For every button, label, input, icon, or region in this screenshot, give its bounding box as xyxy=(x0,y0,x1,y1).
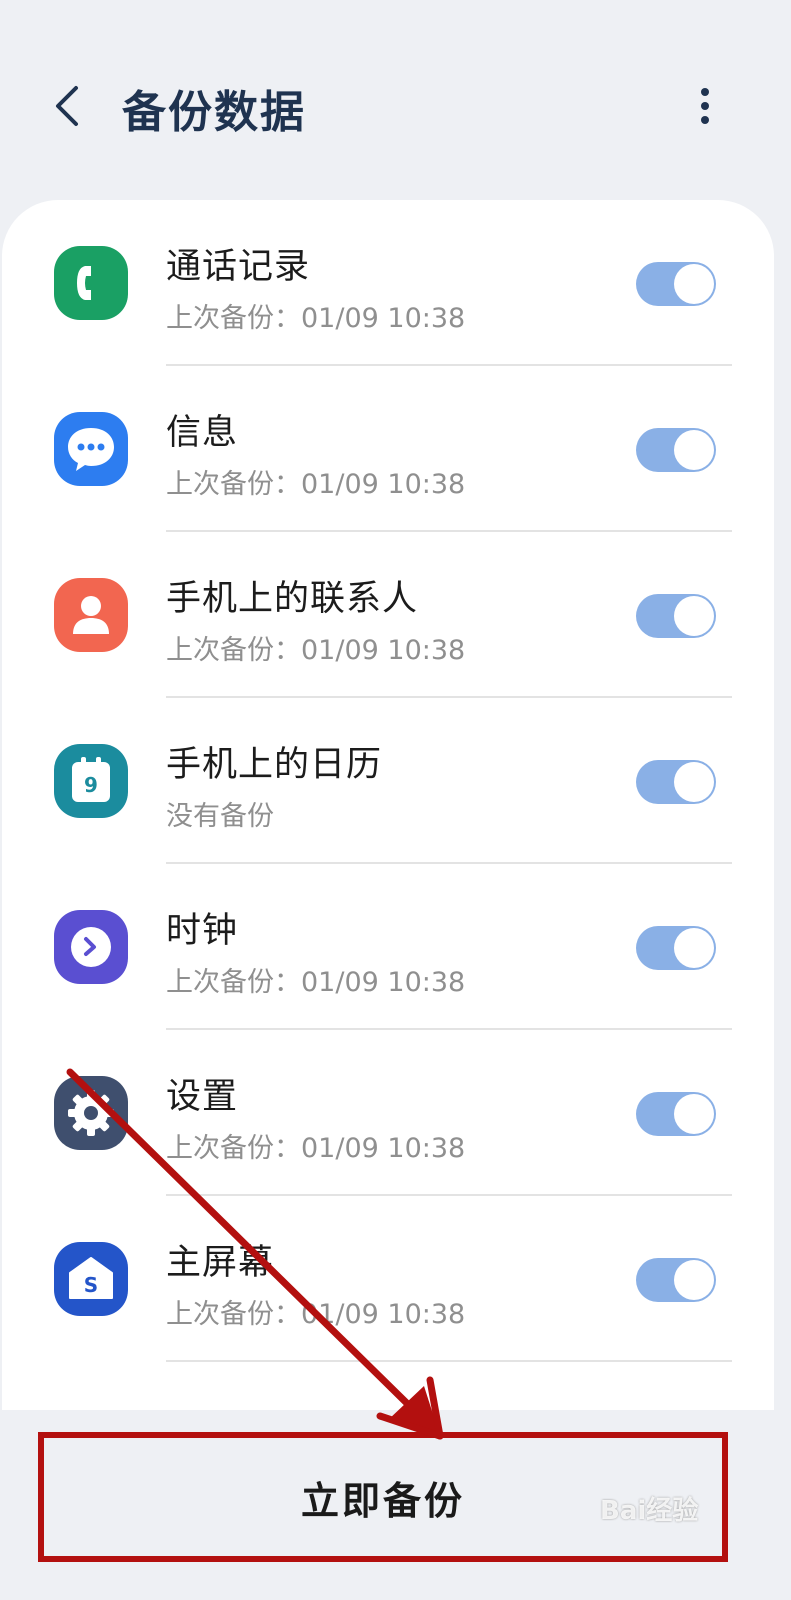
watermark: Bai经验 xyxy=(600,1496,699,1526)
list-item-calendar[interactable]: 9 手机上的日历 没有备份 xyxy=(2,698,774,864)
top-bar: 备份数据 xyxy=(0,0,791,200)
calendar-day: 9 xyxy=(84,773,98,797)
more-options-button[interactable] xyxy=(690,82,720,130)
chevron-left-icon xyxy=(56,86,78,126)
backup-toggle[interactable] xyxy=(636,1092,716,1136)
item-title: 时钟 xyxy=(166,911,239,951)
backup-items-list: 通话记录 上次备份：01/09 10:38 信息 上次备份：01/09 10:3… xyxy=(2,200,774,1410)
message-icon xyxy=(54,412,128,486)
item-status: 上次备份：01/09 10:38 xyxy=(166,635,466,666)
list-item-messages[interactable]: 信息 上次备份：01/09 10:38 xyxy=(2,366,774,532)
page-title: 备份数据 xyxy=(122,87,306,138)
item-status: 上次备份：01/09 10:38 xyxy=(166,1133,466,1164)
backup-toggle[interactable] xyxy=(636,760,716,804)
item-title: 手机上的日历 xyxy=(166,745,383,785)
gear-icon xyxy=(54,1076,128,1150)
list-item-settings[interactable]: 设置 上次备份：01/09 10:38 xyxy=(2,1030,774,1196)
item-status: 上次备份：01/09 10:38 xyxy=(166,303,466,334)
list-item-call-log[interactable]: 通话记录 上次备份：01/09 10:38 xyxy=(2,200,774,366)
item-status: 上次备份：01/09 10:38 xyxy=(166,967,466,998)
item-status: 上次备份：01/09 10:38 xyxy=(166,469,466,500)
item-status: 没有备份 xyxy=(166,801,274,832)
item-title: 手机上的联系人 xyxy=(166,579,419,619)
divider xyxy=(166,1360,732,1362)
calendar-icon: 9 xyxy=(54,744,128,818)
back-button[interactable] xyxy=(48,78,92,134)
list-item-clock[interactable]: 时钟 上次备份：01/09 10:38 xyxy=(2,864,774,1030)
backup-toggle[interactable] xyxy=(636,594,716,638)
list-item-contacts[interactable]: 手机上的联系人 上次备份：01/09 10:38 xyxy=(2,532,774,698)
backup-toggle[interactable] xyxy=(636,1258,716,1302)
item-title: 信息 xyxy=(166,413,239,453)
phone-icon xyxy=(54,246,128,320)
list-item-home-screen[interactable]: S 主屏幕 上次备份：01/09 10:38 xyxy=(2,1196,774,1362)
home-s-icon: S xyxy=(54,1242,128,1316)
backup-toggle[interactable] xyxy=(636,428,716,472)
item-title: 主屏幕 xyxy=(166,1243,275,1283)
backup-toggle[interactable] xyxy=(636,926,716,970)
contact-icon xyxy=(54,578,128,652)
clock-icon xyxy=(54,910,128,984)
backup-toggle[interactable] xyxy=(636,262,716,306)
item-title: 通话记录 xyxy=(166,247,311,287)
item-title: 设置 xyxy=(166,1077,239,1117)
more-vert-icon xyxy=(701,88,709,124)
home-letter: S xyxy=(84,1273,98,1297)
item-status: 上次备份：01/09 10:38 xyxy=(166,1299,466,1330)
